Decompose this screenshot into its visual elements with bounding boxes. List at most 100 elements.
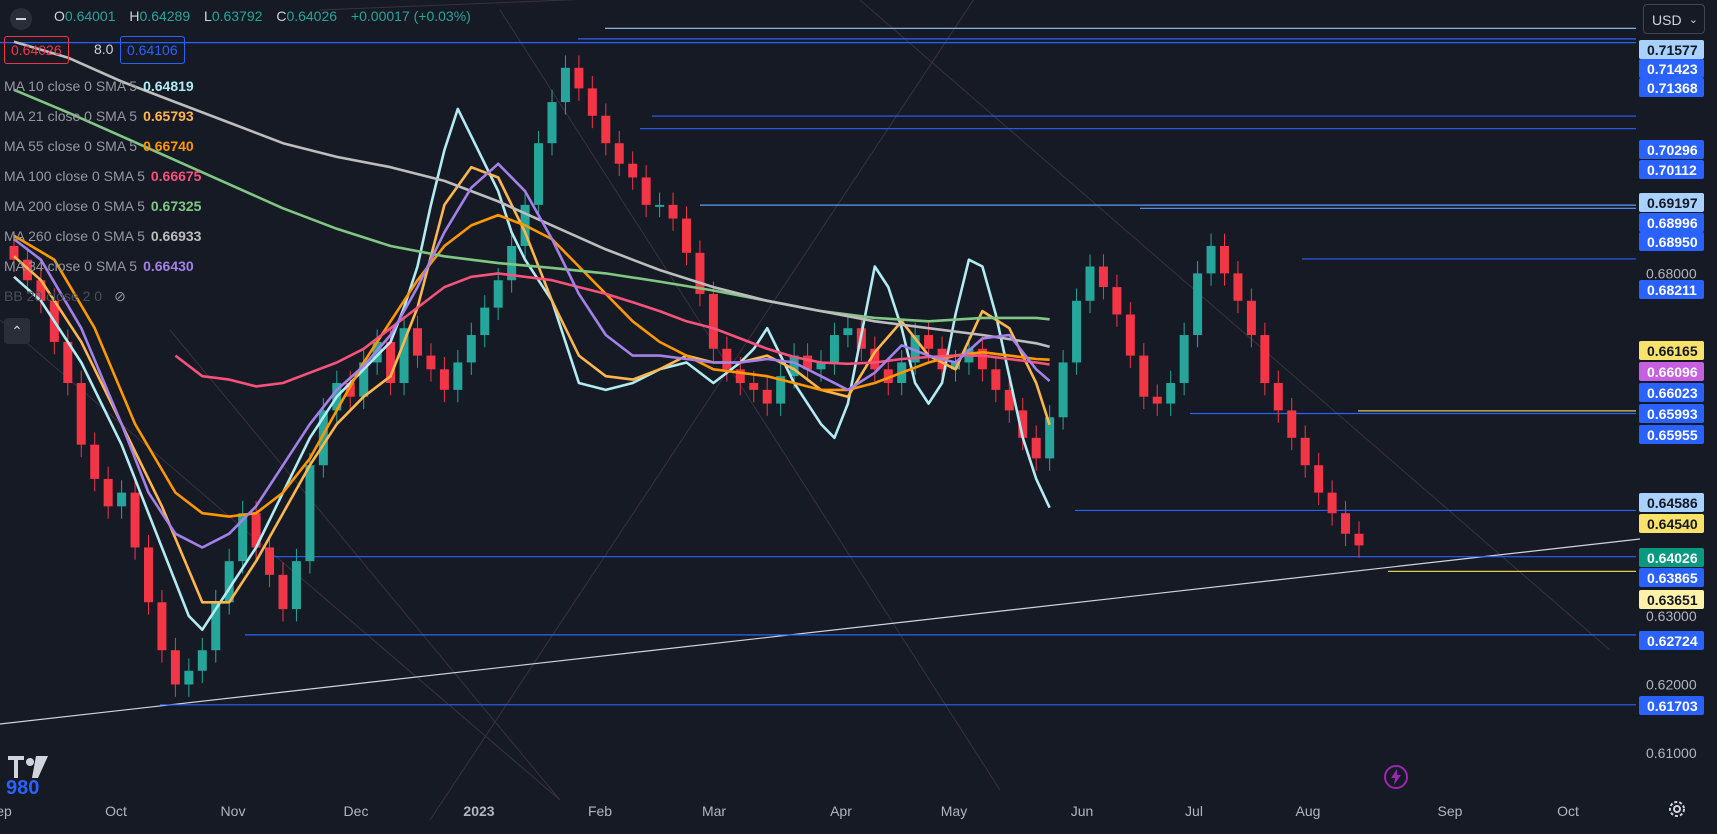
legend-label: MA 260 close 0 SMA 5 <box>4 228 145 244</box>
candle <box>843 328 853 336</box>
legend-value: 0.66430 <box>143 258 194 274</box>
candle <box>278 574 288 610</box>
chevron-down-icon: ⌄ <box>1688 14 1698 26</box>
time-tick: Oct <box>105 803 127 819</box>
time-tick: Jun <box>1071 803 1094 819</box>
price-label: 0.64586 <box>1647 495 1698 511</box>
price-label: 0.65955 <box>1647 427 1698 443</box>
legend-value: 0.66933 <box>150 228 202 244</box>
candle <box>560 67 570 103</box>
candle <box>1246 300 1256 336</box>
candle <box>641 177 651 205</box>
candle <box>534 143 544 205</box>
legend-item[interactable]: MA 200 close 0 SMA 5 0.67325 <box>4 198 201 214</box>
candle <box>184 670 194 685</box>
candle <box>749 383 759 390</box>
candle <box>130 492 140 548</box>
time-tick: Mar <box>702 803 726 819</box>
candle <box>574 67 584 89</box>
candle <box>1233 273 1243 301</box>
legend-value: 0.65793 <box>143 108 194 124</box>
legend-label: MA 10 close 0 SMA 5 <box>4 78 138 94</box>
currency-select[interactable]: USD ⌄ <box>1643 4 1705 34</box>
price-label: 0.71577 <box>1647 42 1698 58</box>
price-label: 0.63865 <box>1647 570 1698 586</box>
legend-value: 0.67325 <box>150 198 202 214</box>
gear-icon[interactable] <box>1666 798 1688 820</box>
legend-label: MA 21 close 0 SMA 5 <box>4 108 138 124</box>
price-label: 0.69197 <box>1647 195 1698 211</box>
time-tick: 2023 <box>463 803 494 819</box>
eye-off-icon[interactable]: ⊘ <box>114 288 126 304</box>
candle <box>426 355 436 370</box>
candle <box>305 465 315 562</box>
buy-button[interactable]: 0.64106 <box>120 36 185 64</box>
candle <box>76 383 86 445</box>
close-value: 0.64026 <box>286 8 338 24</box>
candle <box>413 328 422 356</box>
candle <box>117 492 127 507</box>
price-label: 0.66096 <box>1647 364 1698 380</box>
candle <box>1260 335 1270 384</box>
candle <box>829 335 839 363</box>
candle <box>1058 362 1068 418</box>
price-chart[interactable]: 0.710000.680000.630000.620000.610000.715… <box>0 0 1717 834</box>
lightning-icon[interactable] <box>1383 764 1409 790</box>
candle <box>1273 383 1283 411</box>
time-tick: ep <box>0 803 12 819</box>
price-label: 0.71368 <box>1647 80 1698 96</box>
time-tick: Apr <box>830 803 852 819</box>
time-tick: Aug <box>1296 803 1321 819</box>
time-tick: Sep <box>1438 803 1463 819</box>
legend-item[interactable]: MA 34 close 0 SMA 5 0.66430 <box>4 258 194 274</box>
price-label: 0.68211 <box>1647 282 1697 298</box>
candle <box>1152 396 1162 404</box>
legend-item[interactable]: MA 21 close 0 SMA 5 0.65793 <box>4 108 194 124</box>
candle <box>90 444 100 479</box>
legend-item[interactable]: MA 100 close 0 SMA 5 0.66675 <box>4 168 201 184</box>
close-label: C <box>276 8 287 24</box>
candle <box>170 650 180 685</box>
candle <box>762 389 772 404</box>
time-tick: May <box>941 803 967 819</box>
candle <box>144 547 153 603</box>
candle <box>682 218 691 253</box>
candle <box>480 307 490 336</box>
price-label: 0.65993 <box>1647 406 1698 422</box>
low-value: 0.63792 <box>211 8 263 24</box>
candle <box>1206 245 1216 274</box>
menu-icon[interactable] <box>10 8 32 30</box>
legend-value: 0.66675 <box>150 168 202 184</box>
time-tick: Nov <box>221 803 246 819</box>
legend-item[interactable]: MA 55 close 0 SMA 5 0.66740 <box>4 138 194 154</box>
tradingview-logo: 980 <box>6 756 48 794</box>
chart-background <box>0 0 1717 834</box>
candle <box>1112 287 1122 315</box>
legend-label: MA 55 close 0 SMA 5 <box>4 138 138 154</box>
candle <box>1220 245 1229 274</box>
legend-item[interactable]: MA 260 close 0 SMA 5 0.66933 <box>4 228 201 244</box>
sell-button[interactable]: 0.64026 <box>4 36 69 64</box>
legend-item[interactable]: MA 10 close 0 SMA 5 0.64819 <box>4 78 194 94</box>
candle <box>1341 513 1351 534</box>
candle <box>1314 465 1324 493</box>
candle <box>1166 383 1176 404</box>
candle <box>991 369 1001 390</box>
chevron-up-icon[interactable]: ⌃ <box>4 318 30 344</box>
candle <box>722 348 732 370</box>
change-value: +0.00017 (+0.03%) <box>350 8 471 24</box>
candle <box>453 362 463 390</box>
legend-value: 0.66740 <box>143 138 194 154</box>
legend-item[interactable]: BB 20 close 2 0 ⊘ <box>4 288 126 305</box>
candle <box>1031 437 1041 459</box>
candle <box>1287 410 1297 438</box>
ohlc-readout: O0.64001 H0.64289 L0.63792 C0.64026 +0.0… <box>54 8 481 30</box>
price-label: 0.71423 <box>1647 61 1698 77</box>
candle <box>466 335 476 363</box>
candle <box>1179 335 1189 384</box>
candle <box>1193 273 1203 336</box>
candle <box>265 547 275 575</box>
price-tick: 0.61000 <box>1646 745 1697 761</box>
candle <box>1139 355 1149 397</box>
candle <box>601 115 611 144</box>
